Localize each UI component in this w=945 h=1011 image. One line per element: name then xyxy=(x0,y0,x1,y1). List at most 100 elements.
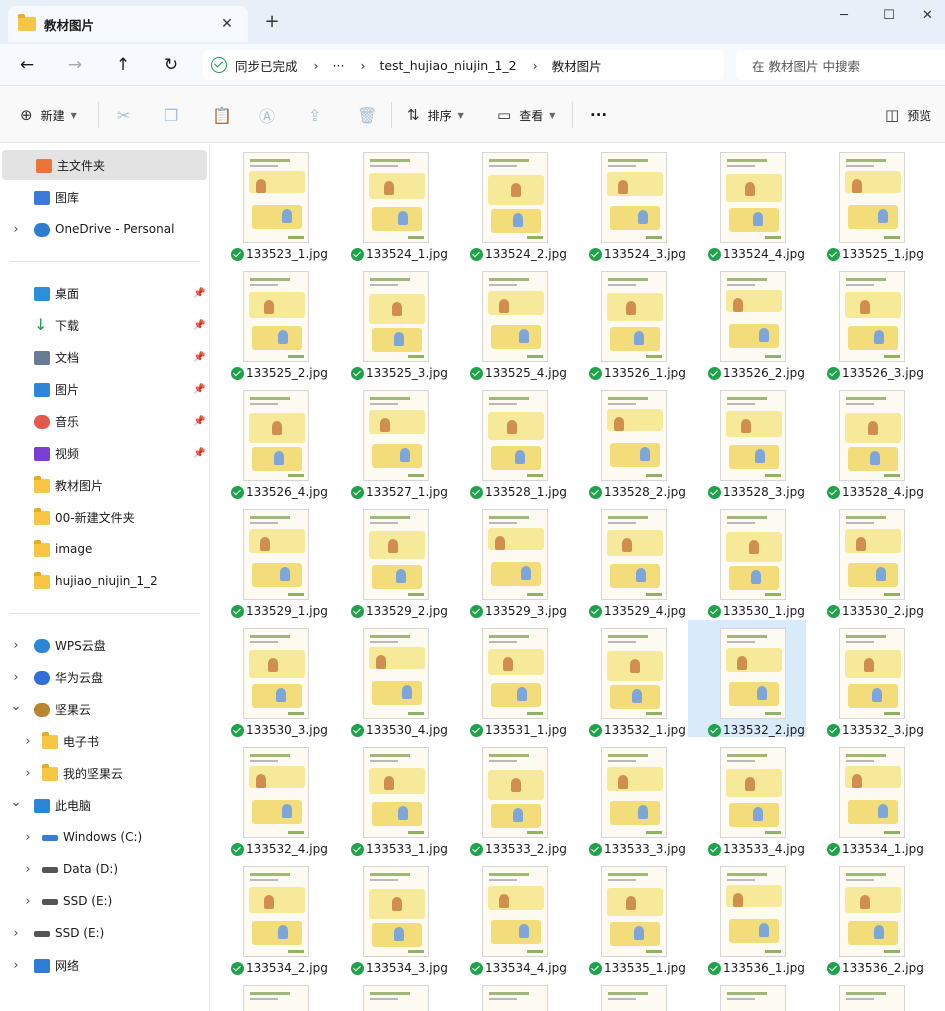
file-item[interactable]: 133534_2.jpg xyxy=(211,858,329,975)
file-item[interactable]: 133529_2.jpg xyxy=(331,501,449,618)
maximize-button[interactable]: ☐ xyxy=(865,4,913,28)
file-item[interactable]: 133529_4.jpg xyxy=(569,501,687,618)
chevron-right-icon[interactable]: › xyxy=(10,222,22,237)
file-item[interactable]: 133527_1.jpg xyxy=(331,382,449,499)
minimize-button[interactable]: ─ xyxy=(820,4,868,28)
file-item[interactable]: 133526_4.jpg xyxy=(211,382,329,499)
breadcrumb-item[interactable]: test_hujiao_niujin_1_2 xyxy=(379,58,516,73)
file-item[interactable]: 133524_3.jpg xyxy=(569,144,687,261)
close-button[interactable]: ✕ xyxy=(910,4,945,28)
sidebar-item[interactable]: ↓ 下载 📌 xyxy=(0,310,207,340)
pin-icon[interactable]: 📌 xyxy=(193,384,205,395)
file-item[interactable]: 133533_4.jpg xyxy=(688,739,806,856)
file-item[interactable]: 133534_3.jpg xyxy=(331,858,449,975)
chevron-right-icon[interactable]: › xyxy=(22,734,34,749)
sidebar-item[interactable]: › 华为云盘 xyxy=(0,662,207,692)
sidebar-item[interactable]: hujiao_niujin_1_2 xyxy=(0,566,207,596)
back-icon[interactable]: ← xyxy=(15,53,39,77)
file-item[interactable]: 133525_2.jpg xyxy=(211,263,329,380)
cut-icon[interactable]: ✂ xyxy=(117,103,130,127)
new-button[interactable]: ⊕ 新建 ▼ xyxy=(20,103,77,127)
file-item[interactable]: 133533_3.jpg xyxy=(569,739,687,856)
file-item[interactable]: 133530_2.jpg xyxy=(807,501,925,618)
file-item[interactable]: 133529_3.jpg xyxy=(450,501,568,618)
file-item[interactable]: 133530_1.jpg xyxy=(688,501,806,618)
sidebar-item[interactable]: 桌面 📌 xyxy=(0,278,207,308)
sort-button[interactable]: ⇅ 排序 ▼ xyxy=(407,103,464,127)
new-tab-button[interactable]: + xyxy=(262,12,282,32)
pin-icon[interactable]: 📌 xyxy=(193,288,205,299)
paste-icon[interactable]: 📋 xyxy=(212,103,232,127)
chevron-right-icon[interactable]: › xyxy=(22,894,34,909)
copy-icon[interactable]: ❐ xyxy=(164,103,178,127)
chevron-right-icon[interactable]: › xyxy=(10,926,22,941)
file-item[interactable]: 133536_2.jpg xyxy=(807,858,925,975)
breadcrumb-overflow[interactable]: ··· xyxy=(333,58,345,73)
sidebar-item[interactable]: 主文件夹 xyxy=(2,150,207,180)
more-options-button[interactable]: ··· xyxy=(590,103,607,127)
file-item[interactable]: 133525_3.jpg xyxy=(331,263,449,380)
file-item[interactable]: 133529_1.jpg xyxy=(211,501,329,618)
sidebar-item[interactable]: › Windows (C:) xyxy=(0,822,207,852)
file-item[interactable]: 133530_3.jpg xyxy=(211,620,329,737)
file-item[interactable]: 133525_1.jpg xyxy=(807,144,925,261)
file-item[interactable]: 133524_4.jpg xyxy=(688,144,806,261)
file-item[interactable]: 133532_2.jpg xyxy=(688,620,806,737)
image-thumbnail[interactable] xyxy=(363,985,429,1011)
file-item[interactable]: 133526_2.jpg xyxy=(688,263,806,380)
view-button[interactable]: ▭ 查看 ▼ xyxy=(497,103,555,127)
image-thumbnail[interactable] xyxy=(243,985,309,1011)
chevron-right-icon[interactable]: › xyxy=(22,862,34,877)
pin-icon[interactable]: 📌 xyxy=(193,320,205,331)
file-item[interactable]: 133536_1.jpg xyxy=(688,858,806,975)
sidebar-item[interactable]: 图库 xyxy=(0,182,207,212)
sidebar-item[interactable]: 00-新建文件夹 xyxy=(0,502,207,532)
file-item[interactable]: 133534_4.jpg xyxy=(450,858,568,975)
rename-icon[interactable]: Ⓐ xyxy=(259,103,275,127)
breadcrumb-item[interactable]: 教材图片 xyxy=(552,56,602,75)
file-item[interactable]: 133530_4.jpg xyxy=(331,620,449,737)
file-item[interactable]: 133524_1.jpg xyxy=(331,144,449,261)
chevron-right-icon[interactable]: › xyxy=(22,830,34,845)
sidebar-item[interactable]: › SSD (E:) xyxy=(0,886,207,916)
chevron-down-icon[interactable]: ⌄ xyxy=(10,698,22,714)
sidebar-item[interactable]: 文档 📌 xyxy=(0,342,207,372)
sidebar-item[interactable]: 音乐 📌 xyxy=(0,406,207,436)
file-item[interactable]: 133525_4.jpg xyxy=(450,263,568,380)
sidebar-item[interactable]: 图片 📌 xyxy=(0,374,207,404)
sidebar-item[interactable]: › OneDrive - Personal xyxy=(0,214,207,244)
search-input[interactable]: 在 教材图片 中搜索 xyxy=(736,50,945,80)
sidebar-item[interactable]: 教材图片 xyxy=(0,470,207,500)
delete-icon[interactable]: 🗑 xyxy=(357,103,377,127)
file-item[interactable]: 133533_1.jpg xyxy=(331,739,449,856)
refresh-icon[interactable]: ↻ xyxy=(159,53,183,77)
sidebar-item[interactable]: › 网络 xyxy=(0,950,207,980)
file-item[interactable]: 133526_1.jpg xyxy=(569,263,687,380)
file-item[interactable]: 133526_3.jpg xyxy=(807,263,925,380)
file-item[interactable]: 133533_2.jpg xyxy=(450,739,568,856)
tab-active[interactable]: 教材图片 ✕ xyxy=(8,6,248,42)
forward-icon[interactable]: → xyxy=(63,53,87,77)
sidebar-item[interactable]: ⌄ 此电脑 xyxy=(0,790,207,820)
file-item[interactable]: 133528_4.jpg xyxy=(807,382,925,499)
up-icon[interactable]: ↑ xyxy=(111,53,135,77)
chevron-right-icon[interactable]: › xyxy=(10,638,22,653)
sidebar-item[interactable]: › 电子书 xyxy=(0,726,207,756)
sidebar-item[interactable]: 视频 📌 xyxy=(0,438,207,468)
file-item[interactable]: 133524_2.jpg xyxy=(450,144,568,261)
file-item[interactable]: 133528_1.jpg xyxy=(450,382,568,499)
file-item[interactable]: 133528_3.jpg xyxy=(688,382,806,499)
file-item[interactable]: 133532_1.jpg xyxy=(569,620,687,737)
sidebar-item[interactable]: › WPS云盘 xyxy=(0,630,207,660)
chevron-right-icon[interactable]: › xyxy=(22,766,34,781)
tab-close-button[interactable]: ✕ xyxy=(218,15,236,33)
image-thumbnail[interactable] xyxy=(720,985,786,1011)
pin-icon[interactable]: 📌 xyxy=(193,416,205,427)
sidebar-item[interactable]: image xyxy=(0,534,207,564)
image-thumbnail[interactable] xyxy=(601,985,667,1011)
file-item[interactable]: 133528_2.jpg xyxy=(569,382,687,499)
pin-icon[interactable]: 📌 xyxy=(193,448,205,459)
pin-icon[interactable]: 📌 xyxy=(193,352,205,363)
preview-button[interactable]: ◫ 预览 xyxy=(885,103,931,127)
file-item[interactable]: 133534_1.jpg xyxy=(807,739,925,856)
